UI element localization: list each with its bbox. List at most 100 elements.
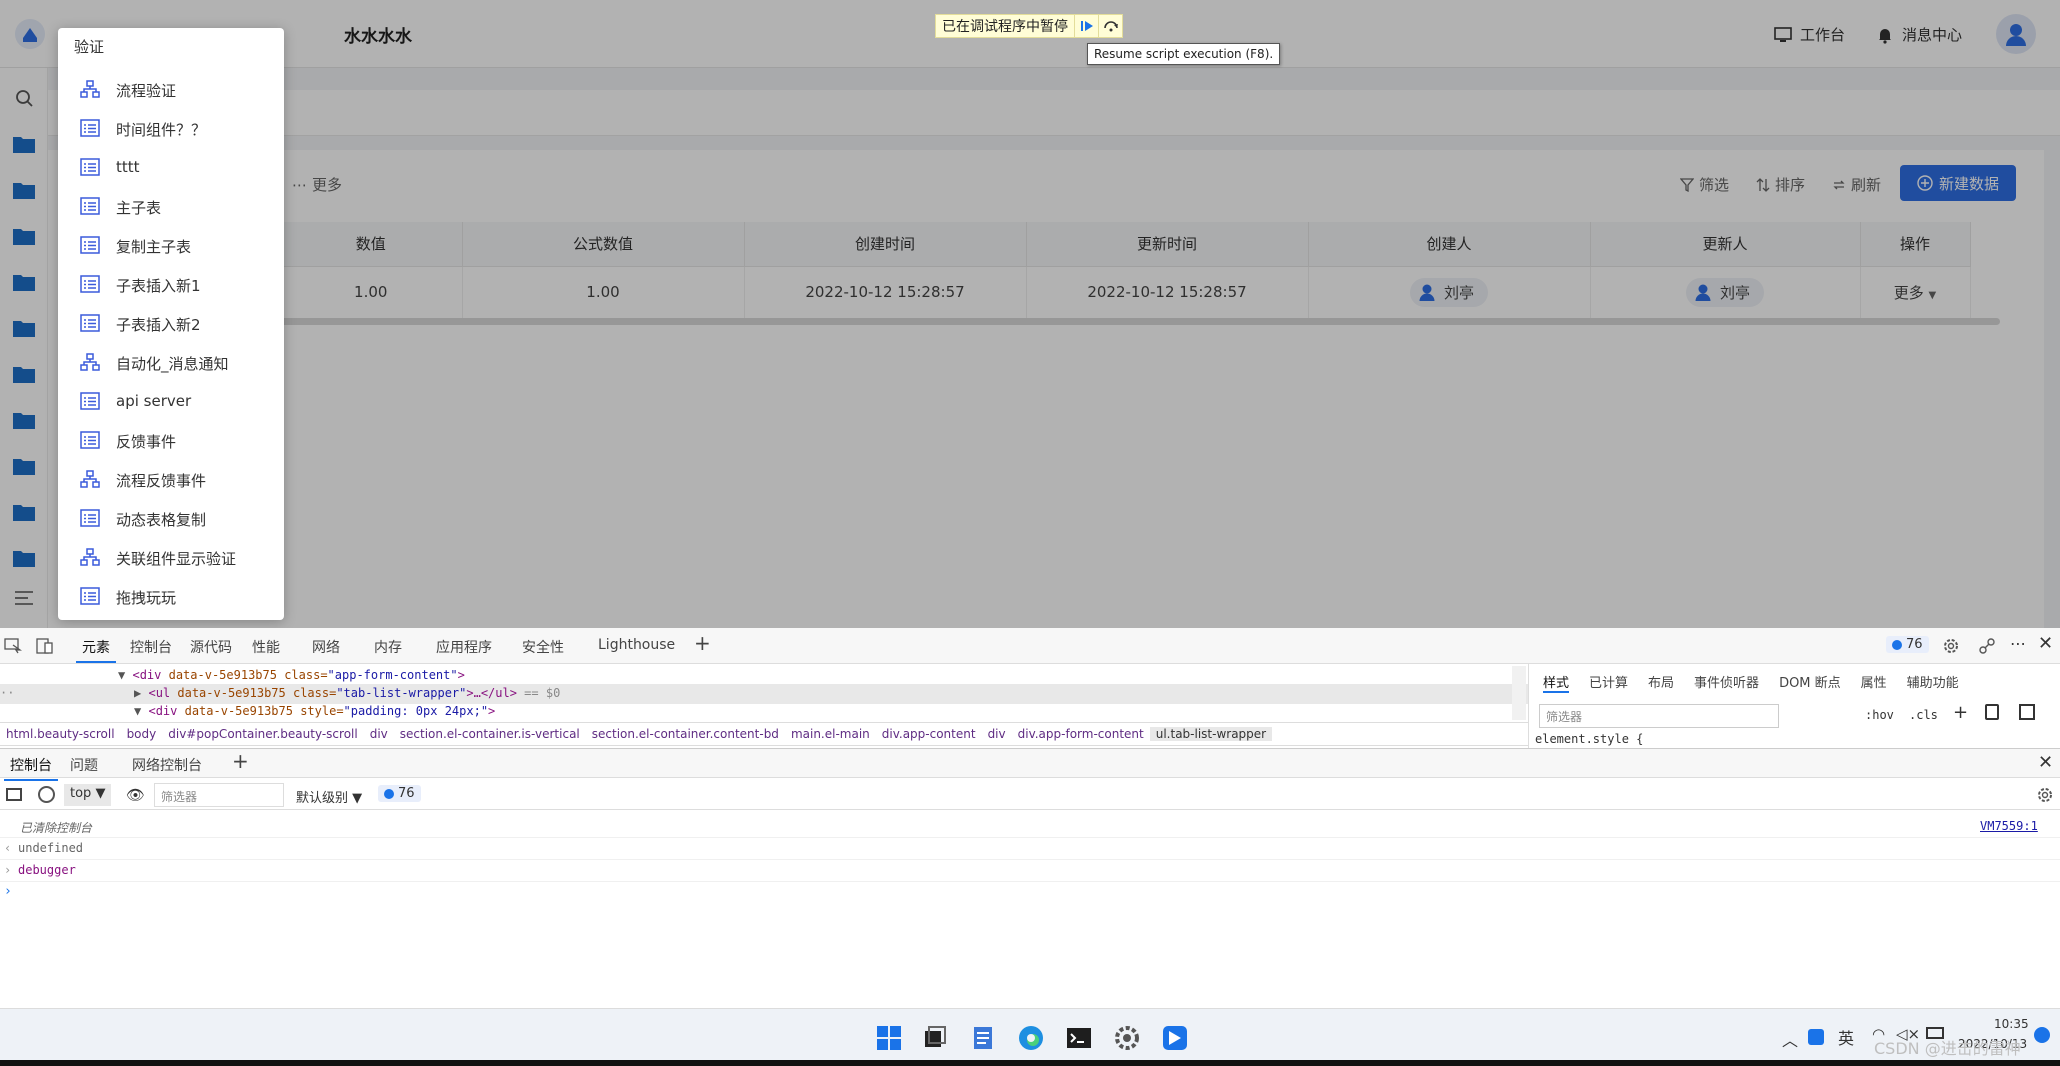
clock-time[interactable]: 10:35 <box>1994 1017 2029 1031</box>
terminal-icon[interactable] <box>1064 1023 1094 1053</box>
task-view-icon[interactable] <box>920 1023 950 1053</box>
styles-tab[interactable]: 事件侦听器 <box>1694 672 1759 693</box>
console-issues-badge[interactable]: 76 <box>378 785 421 802</box>
styles-pane: 样式 已计算 布局 事件侦听器 DOM 断点 属性 辅助功能 筛选器 :hov .cls +… <box>1528 664 2060 748</box>
menu-item[interactable]: 流程验证 <box>58 70 284 109</box>
menu-item[interactable]: 子表插入新1 <box>58 265 284 304</box>
breadcrumb-item[interactable]: section.el-container.is-vertical <box>394 727 586 741</box>
console-settings-icon[interactable] <box>2036 786 2054 804</box>
menu-item[interactable]: api server <box>58 382 284 421</box>
settings-icon[interactable] <box>1942 637 1960 655</box>
tab-elements[interactable]: 元素 <box>76 637 116 663</box>
console-toolbar: top ▼ 👁 筛选器 默认级别 ▼ 76 <box>0 780 2060 810</box>
element-state-icon[interactable] <box>1985 704 1999 720</box>
windows-start-icon[interactable] <box>874 1023 904 1053</box>
elements-scrollbar[interactable] <box>1512 666 1526 720</box>
menu-item[interactable]: tttt <box>58 148 284 187</box>
issues-badge[interactable]: 76 <box>1886 636 1929 653</box>
tab-application[interactable]: 应用程序 <box>436 637 492 657</box>
windows-taskbar: ︿ 英 ◠ ◁× 10:35 2022/10/13 CSDN @进击的雷神 <box>0 1008 2060 1066</box>
cls-toggle[interactable]: .cls <box>1909 708 1938 722</box>
breadcrumb-item[interactable]: div <box>364 727 394 741</box>
step-over-button[interactable] <box>1098 15 1122 37</box>
menu-item[interactable]: 拖拽玩玩 <box>58 577 284 616</box>
styles-tab[interactable]: 属性 <box>1861 672 1887 693</box>
menu-item[interactable]: 复制主子表 <box>58 226 284 265</box>
styles-tab[interactable]: 样式 <box>1543 672 1570 693</box>
breadcrumb-item[interactable]: div.app-form-content <box>1012 727 1150 741</box>
connect-device-icon[interactable] <box>1978 637 1996 655</box>
console-filter-input[interactable]: 筛选器 <box>154 783 284 807</box>
inspect-element-icon[interactable] <box>4 638 22 654</box>
breadcrumb: html.beauty-scroll body div#popContainer.b… <box>0 722 1528 746</box>
breadcrumb-item[interactable]: html.beauty-scroll <box>0 727 121 741</box>
sidebar-toggle-icon[interactable] <box>6 788 22 801</box>
tab-lighthouse[interactable]: Lighthouse <box>598 637 675 653</box>
console-prompt[interactable]: › <box>4 884 12 899</box>
menu-item[interactable]: 子表插入新2 <box>58 304 284 343</box>
menu-item-label: 拖拽玩玩 <box>116 589 177 607</box>
menu-item[interactable]: 主子表 <box>58 187 284 226</box>
notepad-icon[interactable] <box>968 1023 998 1053</box>
styles-tab[interactable]: 辅助功能 <box>1907 672 1959 693</box>
clear-console-icon[interactable] <box>38 786 55 803</box>
tab-sources[interactable]: 源代码 <box>190 637 232 657</box>
dom-node-line[interactable]: ▼ <div data-v-5e913b75 style="padding: 0… <box>134 704 495 718</box>
devtools-tab-bar: 元素 控制台 源代码 性能 网络 内存 应用程序 安全性 Lighthouse … <box>0 628 2060 664</box>
tray-app-icon[interactable] <box>1808 1029 1824 1045</box>
tab-memory[interactable]: 内存 <box>374 637 402 657</box>
breadcrumb-item[interactable]: section.el-container.content-bd <box>586 727 785 741</box>
tray-chevron-icon[interactable]: ︿ <box>1782 1027 1798 1051</box>
drawer-tab-console[interactable]: 控制台 <box>4 755 58 781</box>
computed-sidebar-icon[interactable] <box>2019 704 2035 720</box>
drawer-tab-issues[interactable]: 问题 <box>70 755 98 775</box>
resume-button[interactable] <box>1074 15 1098 37</box>
log-levels-select[interactable]: 默认级别 ▼ <box>296 787 362 806</box>
dom-node-line-selected[interactable]: ▶ <ul data-v-5e913b75 class="tab-list-wr… <box>134 686 560 700</box>
add-tab-icon[interactable]: + <box>694 631 711 655</box>
tab-console[interactable]: 控制台 <box>130 637 172 657</box>
context-select[interactable]: top ▼ <box>64 784 112 806</box>
tab-network[interactable]: 网络 <box>312 637 340 657</box>
console-message: › debugger <box>0 860 2060 882</box>
breadcrumb-item[interactable]: body <box>121 727 163 741</box>
menu-item[interactable]: 时间组件？？ <box>58 109 284 148</box>
dom-node-line[interactable]: ▼ <div data-v-5e913b75 class="app-form-c… <box>118 668 465 682</box>
styles-tab[interactable]: DOM 断点 <box>1779 672 1841 693</box>
menu-item[interactable]: 动态表格复制 <box>58 499 284 538</box>
tab-security[interactable]: 安全性 <box>522 637 564 657</box>
menu-item-label: 主子表 <box>116 199 162 217</box>
styles-filter-input[interactable]: 筛选器 <box>1539 704 1779 728</box>
app-window: 水水水水 工作台 消息中心 ⋯ 更多 筛选 排序 刷新 新建数据 数值 公式数值… <box>0 0 2060 628</box>
breadcrumb-item[interactable]: div <box>982 727 1012 741</box>
menu-item[interactable]: 流程反馈事件 <box>58 460 284 499</box>
device-toolbar-icon[interactable] <box>36 638 54 654</box>
source-link[interactable]: VM7559:1 <box>1980 819 2038 833</box>
edge-browser-icon[interactable] <box>1016 1023 1046 1053</box>
new-style-rule-icon[interactable]: + <box>1953 702 1968 723</box>
drawer-tab-network-console[interactable]: 网络控制台 <box>132 755 202 775</box>
notification-icon[interactable] <box>2034 1027 2050 1043</box>
tab-performance[interactable]: 性能 <box>252 637 280 657</box>
menu-item[interactable]: 反馈事件 <box>58 421 284 460</box>
eye-icon[interactable]: 👁 <box>126 786 145 804</box>
breadcrumb-item[interactable]: ul.tab-list-wrapper <box>1149 727 1273 741</box>
styles-tab[interactable]: 已计算 <box>1589 672 1628 693</box>
styles-tab[interactable]: 布局 <box>1648 672 1674 693</box>
more-options-icon[interactable]: ⋯ <box>2010 634 2026 653</box>
resume-icon <box>1080 21 1093 31</box>
menu-item[interactable]: 关联组件显示验证 <box>58 538 284 577</box>
menu-title: 验证 <box>74 38 105 56</box>
close-drawer-icon[interactable]: ✕ <box>2038 752 2053 773</box>
menu-item[interactable]: 自动化_消息通知 <box>58 343 284 382</box>
close-devtools-icon[interactable]: ✕ <box>2038 633 2053 654</box>
add-drawer-tab-icon[interactable]: + <box>232 749 249 773</box>
settings-app-icon[interactable] <box>1112 1023 1142 1053</box>
feishu-app-icon[interactable] <box>1160 1023 1190 1053</box>
console-input-echo: debugger <box>18 863 76 877</box>
hov-toggle[interactable]: :hov <box>1865 708 1894 722</box>
breadcrumb-item[interactable]: div.app-content <box>876 727 982 741</box>
breadcrumb-item[interactable]: main.el-main <box>785 727 876 741</box>
breadcrumb-item[interactable]: div#popContainer.beauty-scroll <box>162 727 363 741</box>
ime-indicator[interactable]: 英 <box>1838 1025 1854 1049</box>
